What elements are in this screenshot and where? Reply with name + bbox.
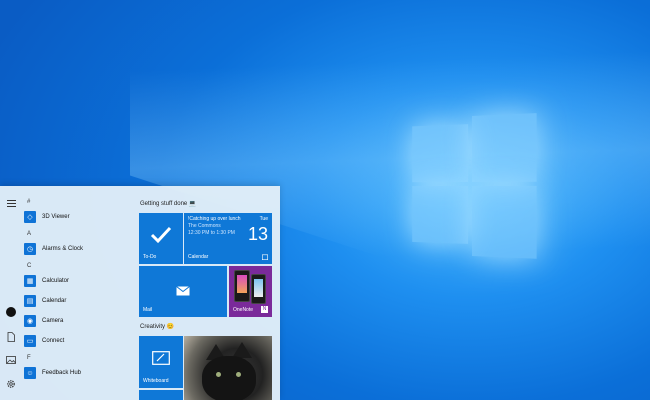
tile-group-title[interactable]: Getting stuff done 💻 [140, 200, 196, 207]
tile-label: Mail [143, 307, 153, 313]
connect-icon: ▭ [24, 335, 36, 347]
calendar-small-icon [262, 254, 268, 260]
tile-label: Calendar [188, 254, 209, 260]
cat-eye [236, 372, 241, 377]
settings-icon[interactable] [4, 377, 18, 391]
whiteboard-icon [152, 351, 170, 365]
phone-image [251, 274, 266, 304]
tile-label: OneNote [233, 307, 254, 313]
section-header-c[interactable]: C [24, 260, 132, 272]
app-label: Alarms & Clock [42, 246, 84, 252]
phone-image [234, 270, 250, 302]
app-label: Connect [42, 338, 65, 344]
section-header-hash[interactable]: # [24, 196, 132, 208]
onenote-icon: N [261, 306, 268, 313]
app-label: 3D Viewer [42, 214, 70, 220]
app-calendar[interactable]: ▤ Calendar [24, 292, 132, 310]
mail-icon [176, 286, 190, 296]
app-feedback-hub[interactable]: ☺ Feedback Hub [24, 364, 132, 382]
tile-todo[interactable]: To-Do [139, 213, 183, 264]
checkmark-icon [150, 226, 172, 244]
app-alarms-clock[interactable]: ◷ Alarms & Clock [24, 240, 132, 258]
app-camera[interactable]: ◉ Camera [24, 312, 132, 330]
event-title: !Catching up over lunch [188, 216, 241, 222]
tile-partial[interactable] [139, 390, 183, 400]
feedback-icon: ☺ [24, 367, 36, 379]
app-list: # ◇ 3D Viewer A ◷ Alarms & Clock C ▦ Cal… [24, 196, 132, 384]
tile-label: Whiteboard [143, 378, 169, 384]
tile-label: To-Do [143, 254, 157, 260]
cube-icon: ◇ [24, 211, 36, 223]
alarm-icon: ◷ [24, 243, 36, 255]
app-3d-viewer[interactable]: ◇ 3D Viewer [24, 208, 132, 226]
tile-onenote[interactable]: OneNote N [229, 266, 272, 317]
cat-eye [216, 372, 221, 377]
tile-mail[interactable]: Mail [139, 266, 227, 317]
tile-photos[interactable] [184, 336, 272, 400]
calendar-date: 13 [247, 224, 268, 244]
tile-group-title[interactable]: Creativity 😊 [140, 323, 174, 330]
document-icon[interactable] [4, 330, 18, 344]
app-label: Calculator [42, 278, 70, 284]
windows-logo [412, 109, 537, 267]
app-calculator[interactable]: ▦ Calculator [24, 272, 132, 290]
app-label: Camera [42, 318, 64, 324]
app-label: Calendar [42, 298, 67, 304]
calendar-icon: ▤ [24, 295, 36, 307]
section-header-f[interactable]: F [24, 352, 132, 364]
cat-head [202, 356, 256, 400]
calculator-icon: ▦ [24, 275, 36, 287]
calendar-day: Tue [259, 216, 268, 222]
hamburger-icon[interactable] [4, 196, 18, 210]
camera-icon: ◉ [24, 315, 36, 327]
app-connect[interactable]: ▭ Connect [24, 332, 132, 350]
app-label: Feedback Hub [42, 370, 82, 376]
section-header-a[interactable]: A [24, 228, 132, 240]
tile-calendar[interactable]: !Catching up over lunch The Commons 12:3… [184, 213, 272, 264]
pictures-icon[interactable] [4, 353, 18, 367]
start-menu: # ◇ 3D Viewer A ◷ Alarms & Clock C ▦ Cal… [0, 186, 280, 400]
tile-whiteboard[interactable]: Whiteboard [139, 336, 183, 388]
user-icon[interactable] [4, 305, 18, 319]
start-rail [0, 186, 22, 400]
